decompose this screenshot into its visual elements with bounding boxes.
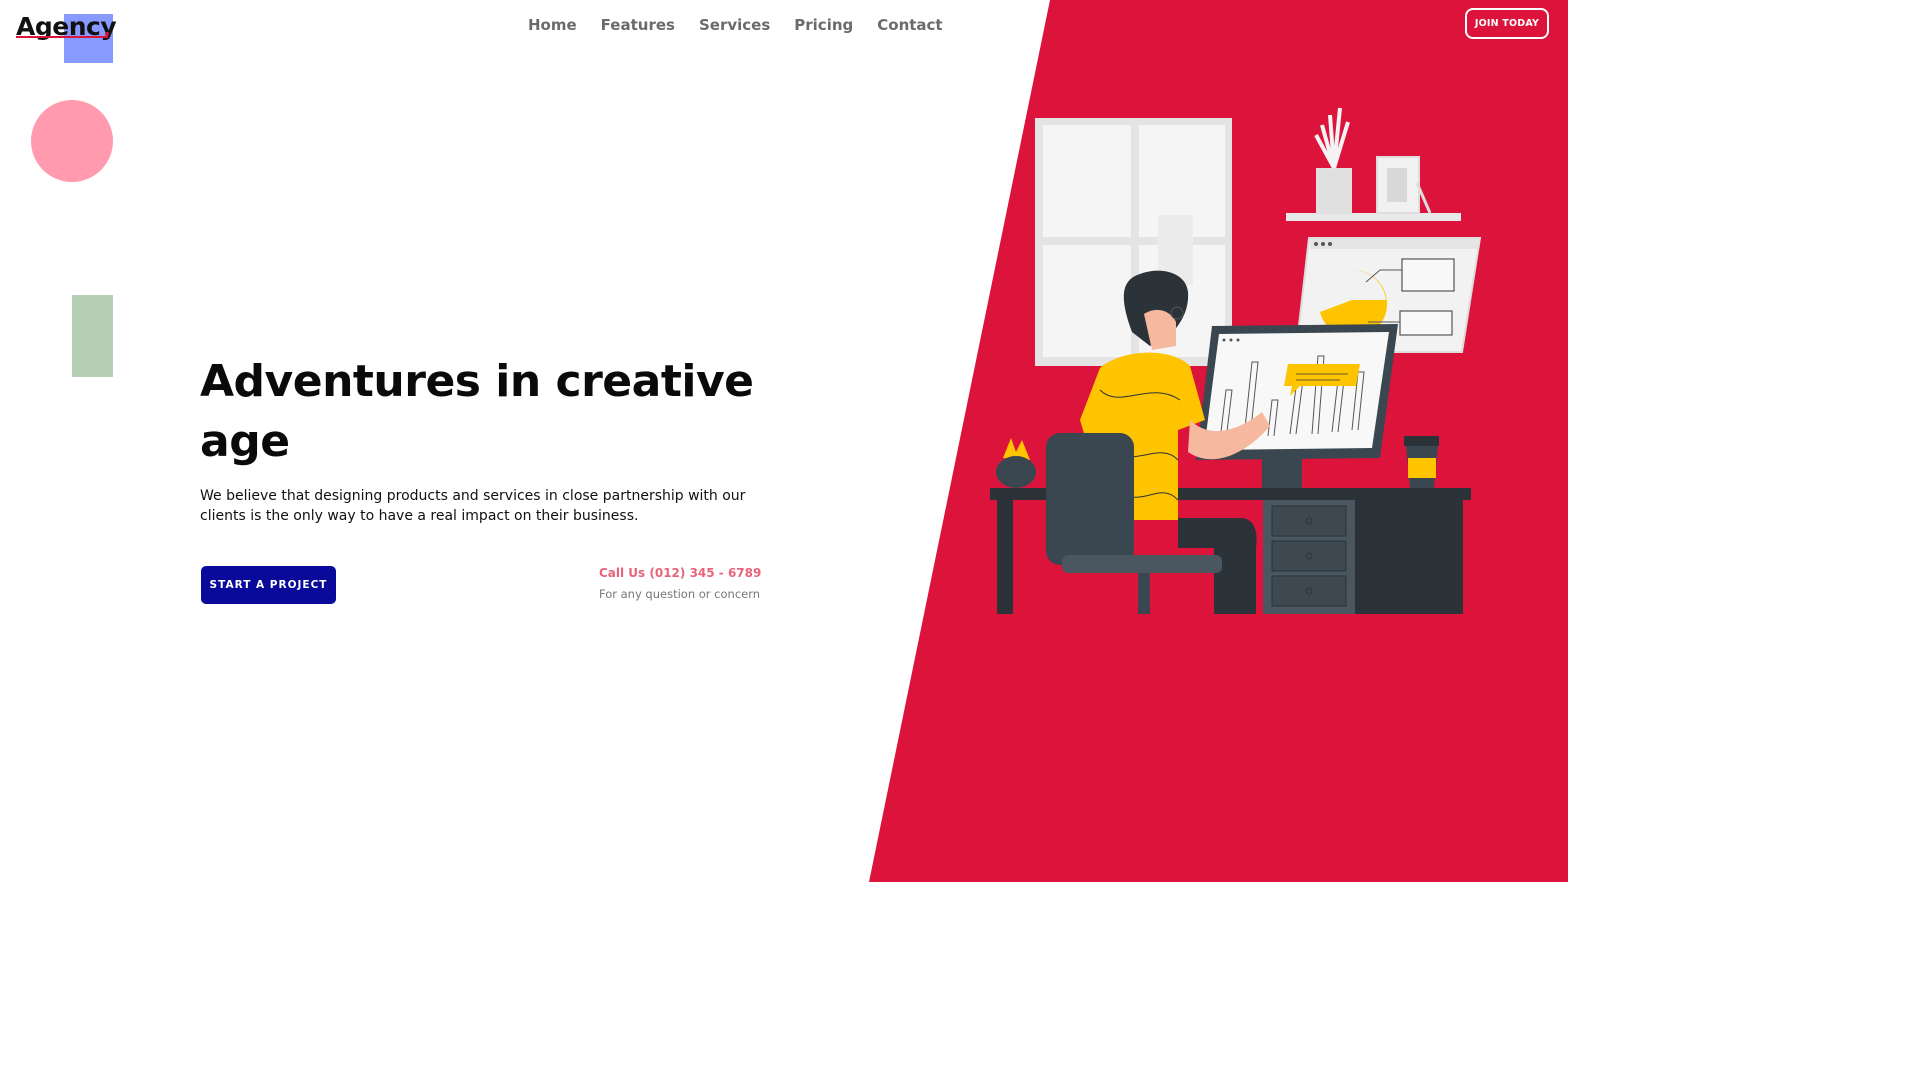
plant-pot-illustration — [996, 438, 1036, 488]
call-us-subtext: For any question or concern — [599, 587, 761, 601]
person-at-computer-illustration — [990, 107, 1482, 614]
shelf-illustration — [1286, 107, 1461, 221]
nav-item-services[interactable]: Services — [699, 14, 770, 36]
monitor-illustration — [1196, 324, 1398, 488]
decorative-green-rectangle — [72, 295, 113, 377]
main-nav: Home Features Services Pricing Contact — [528, 14, 967, 36]
logo-underline — [16, 36, 108, 38]
nav-item-home[interactable]: Home — [528, 14, 577, 36]
nav-item-pricing[interactable]: Pricing — [794, 14, 853, 36]
decorative-pink-circle — [31, 100, 113, 182]
start-project-button[interactable]: START A PROJECT — [201, 566, 336, 604]
call-us-link[interactable]: Call Us (012) 345 - 6789 — [599, 566, 761, 580]
join-today-button[interactable]: JOIN TODAY — [1465, 8, 1549, 39]
hero-title: Adventures in creative age — [200, 356, 754, 467]
logo-dot — [105, 32, 109, 36]
page: Agency Home Features Services Pricing Co… — [0, 0, 1568, 882]
coffee-cup-illustration — [1404, 436, 1439, 488]
nav-item-contact[interactable]: Contact — [877, 14, 942, 36]
logo[interactable]: Agency — [16, 10, 117, 66]
hero-description: We believe that designing products and s… — [200, 488, 746, 524]
nav-item-features[interactable]: Features — [601, 14, 675, 36]
